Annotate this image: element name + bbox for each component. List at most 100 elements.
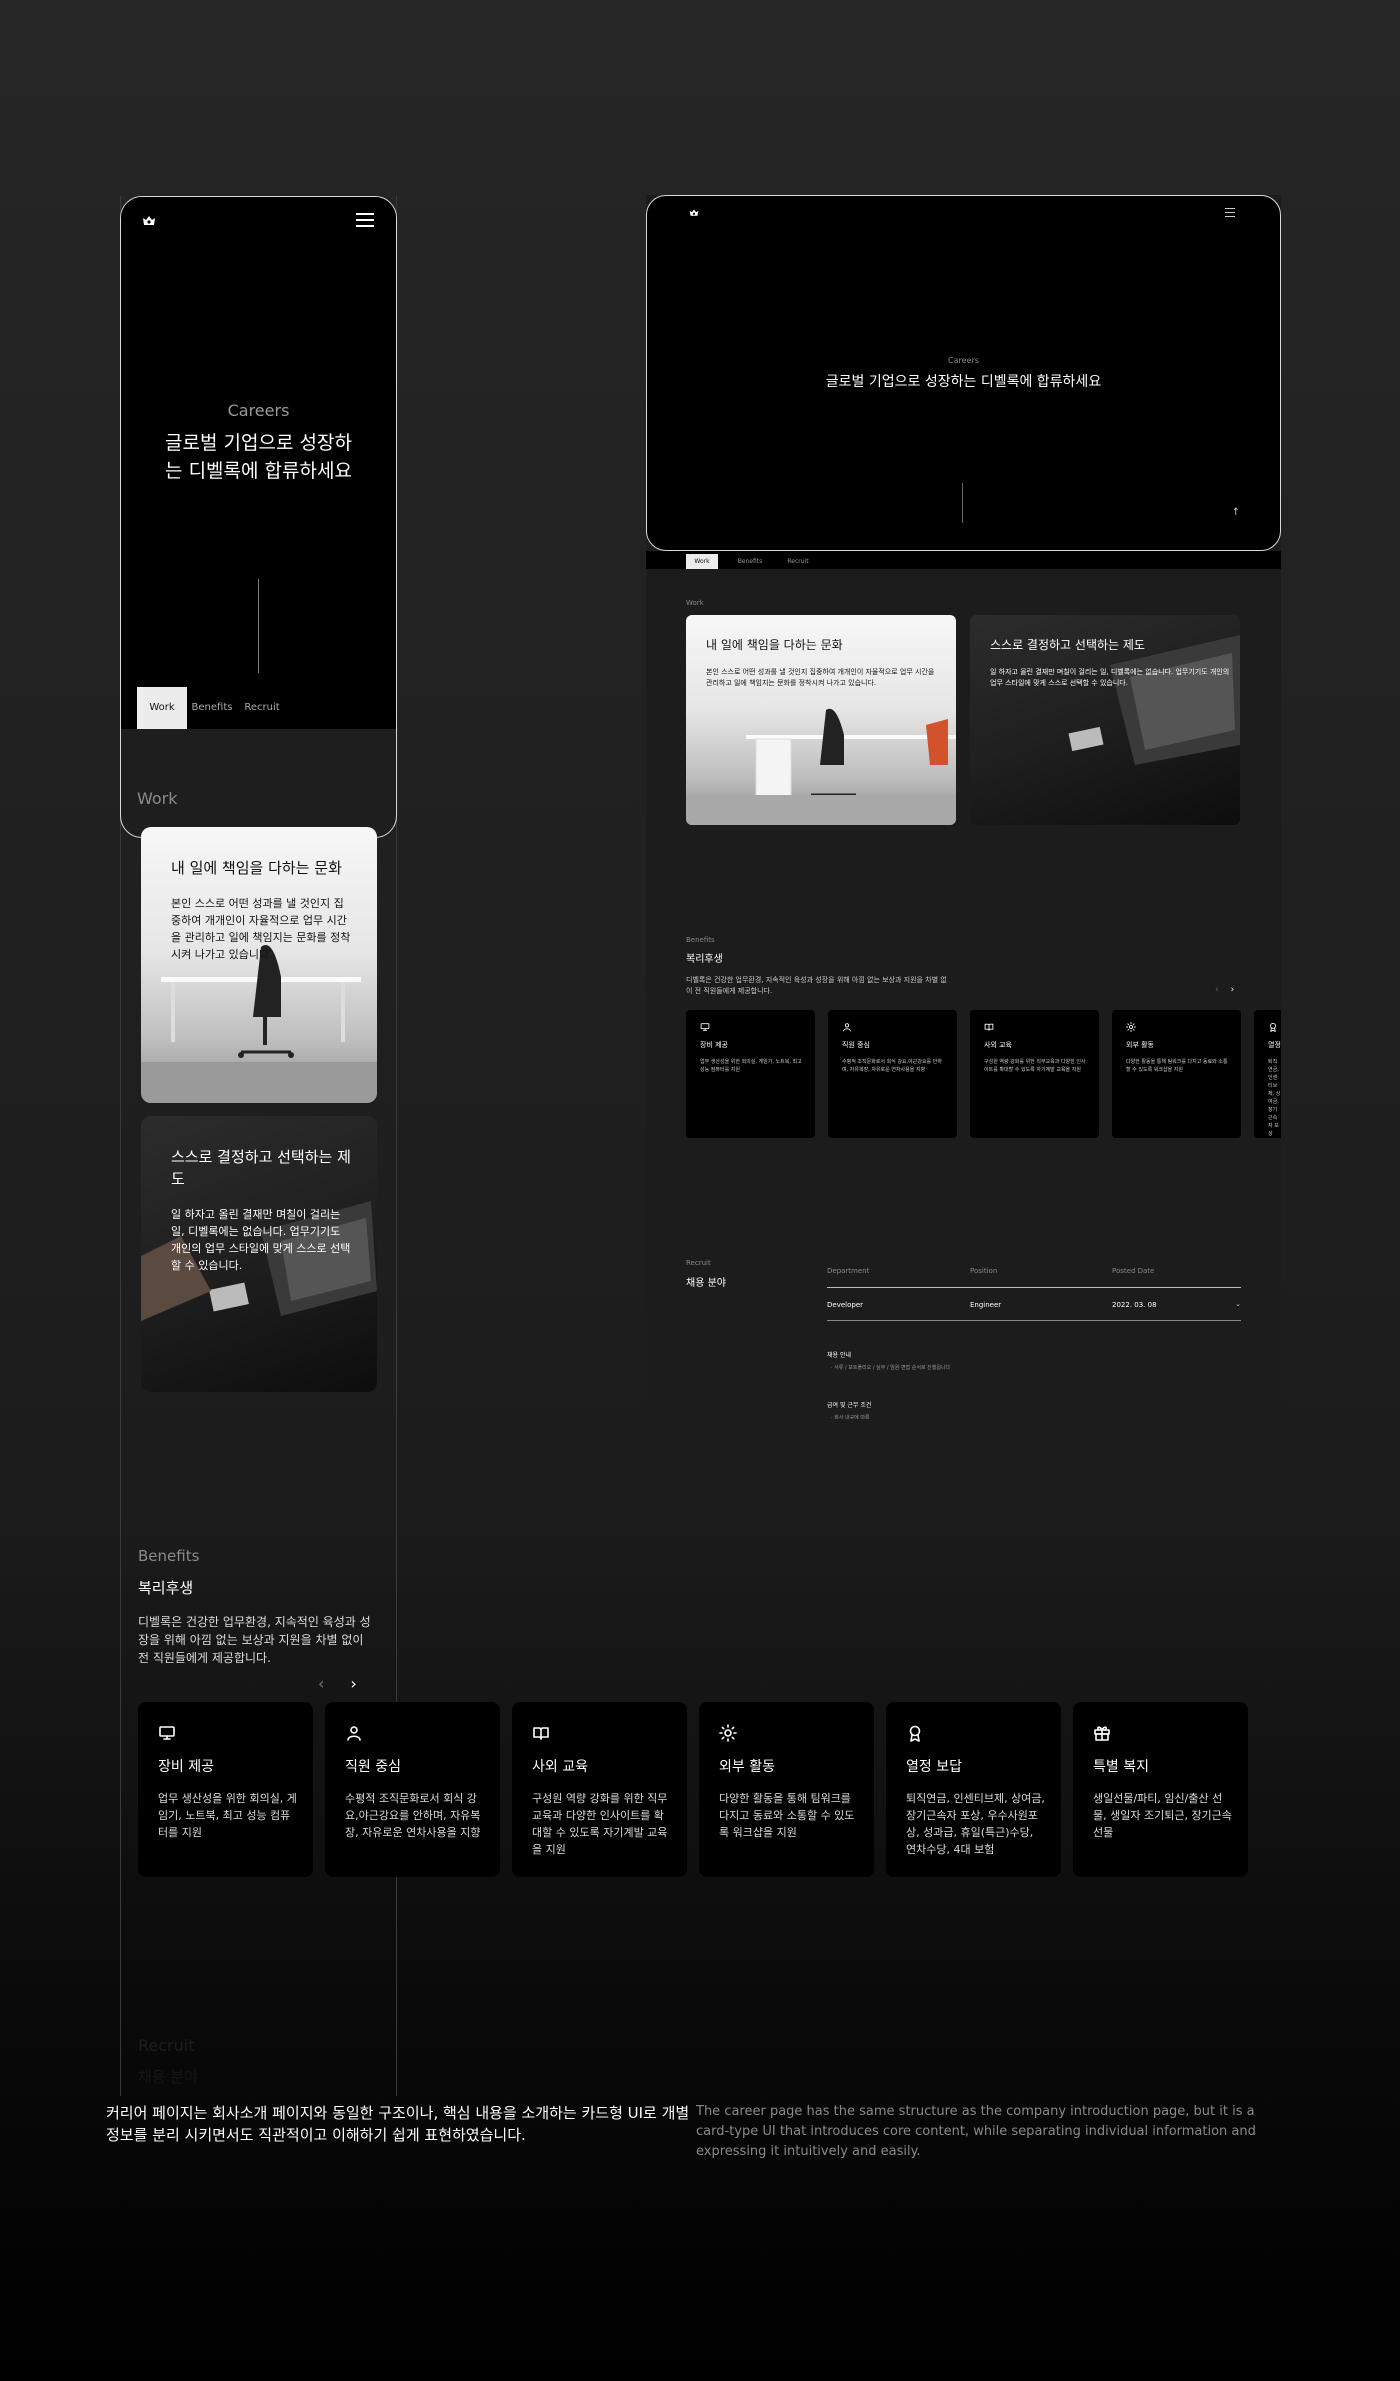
desktop-hero: Careers 글로벌 기업으로 성장하는 디벨록에 합류하세요 ↑	[646, 195, 1281, 551]
column-header-posted-date: Posted Date	[1112, 1267, 1155, 1275]
cell-posted-date: 2022. 03. 08	[1112, 1301, 1157, 1309]
benefit-title: 직원 중심	[345, 1759, 401, 1775]
work-card-desc: 본인 스스로 어떤 성과를 낼 것인지 집중하여 개개인이 자율적으로 업무 시…	[706, 668, 935, 687]
benefit-desc: 수평적 조직문화로서 회식 강요,야근강요를 안하며, 자유복장, 자유로운 연…	[842, 1059, 942, 1073]
user-icon	[347, 1726, 361, 1741]
work-section-label: Work	[137, 789, 178, 808]
benefit-desc: 퇴직연금, 인센티브제, 상여금, 장기근속자 포상, 우수사원포상, 성과급,…	[906, 1792, 1045, 1856]
scroll-indicator-line	[962, 483, 963, 523]
scroll-indicator-line	[258, 579, 259, 673]
recruit-section-label-faded: Recruit	[138, 2036, 195, 2055]
benefit-title: 장비 제공	[158, 1759, 214, 1775]
tab-work[interactable]: Work	[686, 554, 718, 569]
hero-title: 글로벌 기업으로 성장하는 디벨록에 합류하세요	[825, 374, 1102, 390]
benefit-card[interactable]: 열정 보답 퇴직연금, 인센티브제, 상여금, 장기근속자 포상, 우수사원포상…	[886, 1702, 1061, 1877]
tab-work[interactable]: Work	[137, 687, 187, 729]
carousel-next-button[interactable]: ›	[350, 1674, 356, 1693]
desktop-section-tabs: Work Benefits Recruit	[646, 551, 1281, 569]
benefit-title: 외부 활동	[719, 1759, 775, 1775]
benefit-card[interactable]: 장비 제공 업무 생산성을 위한 회의실, 게임기, 노트북, 최고 성능 컴퓨…	[138, 1702, 313, 1877]
mobile-device-frame: Careers 글로벌 기업으로 성장하는 디벨록에 합류하세요 Work Be…	[120, 196, 397, 838]
recruit-conditions-item: · 회사 내규에 따름	[831, 1415, 870, 1419]
work-card-title: 내 일에 책임을 다하는 문화	[171, 859, 342, 877]
work-card-desc: 본인 스스로 어떤 성과를 낼 것인지 집중하여 개개인이 자율적으로 업무 시…	[171, 897, 351, 961]
benefit-desc: 구성원 역량 강화를 위한 직무교육과 다양한 인사이트를 확대할 수 있도록 …	[532, 1792, 668, 1856]
benefit-card[interactable]: 직원 중심 수평적 조직문화로서 회식 강요,야근강요를 안하며, 자유복장, …	[828, 1010, 957, 1138]
medal-icon	[1270, 1022, 1276, 1032]
benefits-card-list: 장비 제공 업무 생산성을 위한 회의실, 게임기, 노트북, 최고 성능 컴퓨…	[138, 1702, 1260, 1877]
recruit-section-label: Recruit	[686, 1259, 711, 1267]
carousel-prev-button[interactable]: ‹	[318, 1674, 324, 1693]
benefits-section-label: Benefits	[138, 1547, 200, 1565]
benefit-desc: 다양한 활동을 통해 팀워크를 다지고 동료와 소통할 수 있도록 워크샵을 지…	[719, 1792, 855, 1839]
benefit-desc: 구성원 역량 강화를 위한 직무교육과 다양한 인사이트를 확대할 수 있도록 …	[984, 1059, 1086, 1073]
work-card-self-decision[interactable]: 스스로 결정하고 선택하는 제도 일 하자고 올린 결재만 며칠이 걸리는 일,…	[141, 1116, 377, 1392]
benefit-card[interactable]: 직원 중심 수평적 조직문화로서 회식 강요,야근강요를 안하며, 자유복장, …	[325, 1702, 500, 1877]
benefit-card[interactable]: 사외 교육 구성원 역량 강화를 위한 직무교육과 다양한 인사이트를 확대할 …	[512, 1702, 687, 1877]
benefit-title: 특별 복지	[1093, 1759, 1149, 1775]
benefits-carousel-arrows: ‹ ›	[318, 1674, 383, 1693]
row-expand-chevron-icon[interactable]: ⌄	[1235, 1300, 1241, 1308]
column-header-position: Position	[970, 1267, 998, 1275]
benefits-section-label: Benefits	[686, 936, 715, 944]
benefits-section-desc: 디벨록은 건강한 업무환경, 지속적인 육성과 성장을 위해 아낌 없는 보상과…	[138, 1615, 371, 1665]
benefit-desc: 다양한 활동을 통해 팀워크를 다지고 동료와 소통할 수 있도록 워크샵을 지…	[1126, 1059, 1228, 1073]
description-korean: 커리어 페이지는 회사소개 페이지와 동일한 구조이나, 핵심 내용을 소개하는…	[106, 2104, 690, 2144]
brand-logo-icon[interactable]	[139, 211, 159, 231]
table-header-divider	[827, 1287, 1241, 1288]
sun-icon	[719, 1724, 737, 1742]
benefit-desc: 업무 생산성을 위한 회의실, 게임기, 노트북, 최고 성능 컴퓨터를 지원	[158, 1792, 297, 1839]
work-card-responsibility[interactable]: 내 일에 책임을 다하는 문화 본인 스스로 어떤 성과를 낼 것인지 집중하여…	[141, 827, 377, 1103]
benefit-card-partial[interactable]: 열정 보답 퇴직연금, 인센티브제, 상여금, 장기근속자 포상	[1254, 1010, 1281, 1138]
benefit-title: 외부 활동	[1126, 1041, 1154, 1049]
cell-position: Engineer	[970, 1301, 1002, 1309]
hamburger-menu-icon[interactable]	[1225, 208, 1235, 217]
recruit-conditions-title: 급여 및 근무 조건	[827, 1402, 872, 1409]
work-card-desc: 일 하자고 올린 결재만 며칠이 걸리는 일, 디벨록에는 없습니다. 업무기기…	[990, 668, 1230, 687]
benefit-card[interactable]: 사외 교육 구성원 역량 강화를 위한 직무교육과 다양한 인사이트를 확대할 …	[970, 1010, 1099, 1138]
benefits-section-desc: 디벨록은 건강한 업무환경, 지속적인 육성과 성장을 위해 아낌 없는 보상과…	[686, 976, 947, 995]
carousel-next-button[interactable]: ›	[1231, 985, 1235, 995]
tab-benefits[interactable]: Benefits	[187, 687, 237, 729]
gift-icon	[1094, 1726, 1110, 1741]
user-icon	[843, 1023, 851, 1032]
benefit-desc: 업무 생산성을 위한 회의실, 게임기, 노트북, 최고 성능 컴퓨터를 지원	[700, 1059, 802, 1073]
benefit-title: 장비 제공	[700, 1041, 728, 1049]
tab-benefits[interactable]: Benefits	[734, 554, 766, 569]
book-icon	[533, 1727, 549, 1740]
hamburger-menu-icon[interactable]	[356, 213, 374, 227]
book-icon	[984, 1023, 994, 1031]
benefit-card[interactable]: 외부 활동 다양한 활동을 통해 팀워크를 다지고 동료와 소통할 수 있도록 …	[1112, 1010, 1241, 1138]
work-card-title: 스스로 결정하고 선택하는 제도	[171, 1148, 351, 1188]
benefit-title: 열정 보답	[906, 1759, 962, 1775]
work-card-self-decision[interactable]: 스스로 결정하고 선택하는 제도 일 하자고 올린 결재만 며칠이 걸리는 일,…	[970, 615, 1240, 825]
tab-recruit[interactable]: Recruit	[237, 687, 287, 729]
carousel-prev-button[interactable]: ‹	[1215, 985, 1219, 995]
table-row-divider	[827, 1320, 1241, 1321]
hero-title: 글로벌 기업으로 성장하는 디벨록에 합류하세요	[165, 432, 352, 482]
benefit-desc: 생일선물/파티, 임신/출산 선물, 생일자 조기퇴근, 장기근속 선물	[1093, 1792, 1232, 1839]
recruit-info-item: · 서류 / 포트폴리오 / 실무 / 임원 면접 순서로 진행됩니다	[831, 1365, 951, 1371]
benefit-desc: 수평적 조직문화로서 회식 강요,야근강요를 안하며, 자유복장, 자유로운 연…	[345, 1792, 481, 1839]
mobile-hero: Careers 글로벌 기업으로 성장하는 디벨록에 합류하세요 Work Be…	[121, 197, 396, 729]
benefit-card[interactable]: 장비 제공 업무 생산성을 위한 회의실, 게임기, 노트북, 최고 성능 컴퓨…	[686, 1010, 815, 1138]
benefit-title: 열정 보답	[1268, 1041, 1281, 1049]
tab-recruit[interactable]: Recruit	[782, 554, 814, 569]
benefit-card[interactable]: 특별 복지 생일선물/파티, 임신/출산 선물, 생일자 조기퇴근, 장기근속 …	[1073, 1702, 1248, 1877]
benefit-desc: 퇴직연금, 인센티브제, 상여금, 장기근속자 포상	[1268, 1059, 1281, 1137]
scroll-top-arrow-icon[interactable]: ↑	[1232, 507, 1240, 518]
benefit-card[interactable]: 외부 활동 다양한 활동을 통해 팀워크를 다지고 동료와 소통할 수 있도록 …	[699, 1702, 874, 1877]
column-header-department: Department	[827, 1267, 870, 1275]
hero-eyebrow: Careers	[948, 356, 979, 365]
brand-logo-icon[interactable]	[687, 206, 701, 220]
recruit-section-title-faded: 채용 분야	[138, 2068, 198, 2086]
benefit-title: 사외 교육	[984, 1041, 1012, 1049]
section-tabs: Work Benefits Recruit	[137, 687, 287, 729]
work-card-responsibility[interactable]: 내 일에 책임을 다하는 문화 본인 스스로 어떤 성과를 낼 것인지 집중하여…	[686, 615, 956, 825]
recruit-section-title: 채용 분야	[686, 1278, 726, 1289]
hero-eyebrow: Careers	[227, 401, 290, 420]
benefit-title: 사외 교육	[532, 1759, 588, 1775]
work-card-desc: 일 하자고 올린 결재만 며칠이 걸리는 일, 디벨록에는 없습니다. 업무기기…	[171, 1208, 351, 1272]
recruit-info-title: 채용 안내	[827, 1352, 851, 1359]
work-section-label: Work	[686, 599, 704, 607]
